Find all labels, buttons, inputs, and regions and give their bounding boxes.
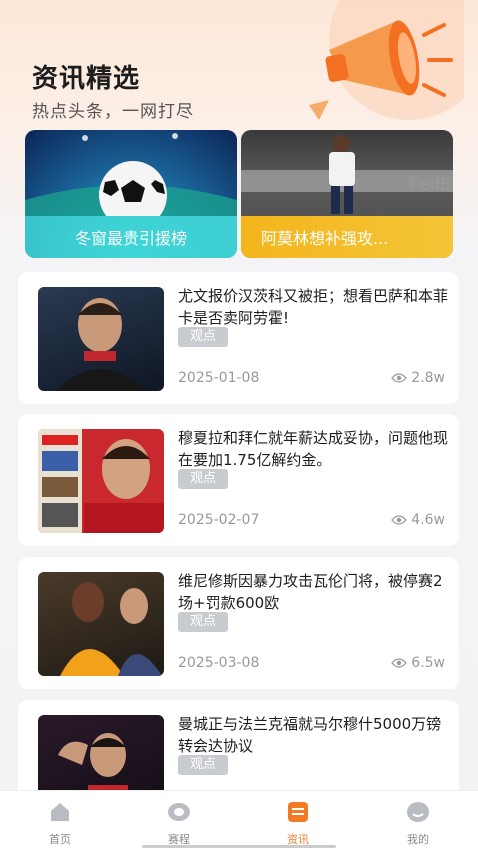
news-headline: 穆夏拉和拜仁就年薪达成妥协，问题他现在要加1.75亿解约金。 [178, 429, 449, 469]
page-title: 资讯精选 [32, 64, 141, 94]
player-image: FedEx [241, 135, 453, 214]
news-thumbnail [38, 572, 164, 676]
tab-schedule[interactable]: 赛程 [129, 791, 229, 851]
banner-caption: 阿莫林想补强攻... [241, 216, 453, 258]
banner-caption: 冬窗最贵引援榜 [25, 216, 237, 258]
news-date: 2025-01-08 [178, 370, 260, 386]
news-tag: 观点 [178, 469, 228, 489]
news-headline: 曼城正与法兰克福就马尔穆什5000万镑转会达协议 [178, 715, 442, 755]
tab-profile[interactable]: 我的 [368, 791, 468, 851]
news-card[interactable]: 维尼修斯因暴力攻击瓦伦门将，被停赛2场+罚款600欧 观点 2025-03-08… [18, 557, 459, 689]
banner-row: 冬窗最贵引援榜 FedEx 阿莫林想补强攻... [25, 130, 453, 260]
tab-home[interactable]: 首页 [10, 791, 110, 851]
news-tag: 观点 [178, 327, 228, 347]
news-thumbnail [38, 287, 164, 391]
svg-text:FedEx: FedEx [409, 174, 453, 194]
views-count: 6.5w [411, 655, 445, 671]
tab-news[interactable]: 资讯 [248, 791, 348, 851]
tab-label: 我的 [407, 833, 429, 846]
news-views: 2.8w [391, 370, 445, 386]
page-subtitle: 热点头条，一网打尽 [32, 102, 194, 122]
news-date: 2025-03-08 [178, 655, 260, 671]
news-views: 4.6w [391, 512, 445, 528]
news-tag: 观点 [178, 612, 228, 632]
news-thumbnail [38, 429, 164, 533]
schedule-icon [168, 803, 190, 821]
news-card[interactable]: 尤文报价汉茨科又被拒；想看巴萨和本菲卡是否卖阿劳霍! 观点 2025-01-08… [18, 272, 459, 404]
news-date: 2025-02-07 [178, 512, 260, 528]
megaphone-icon [309, 0, 464, 120]
eye-icon [391, 658, 408, 668]
bottom-tab-bar: 首页 赛程 资讯 我的 [0, 790, 478, 851]
views-count: 2.8w [411, 370, 445, 386]
football-image [25, 133, 237, 229]
news-headline: 尤文报价汉茨科又被拒；想看巴萨和本菲卡是否卖阿劳霍! [178, 287, 449, 327]
news-icon [288, 802, 308, 822]
home-indicator [142, 845, 336, 848]
views-count: 4.6w [411, 512, 445, 528]
tab-label: 首页 [49, 833, 71, 846]
profile-icon [407, 802, 429, 822]
eye-icon [391, 373, 408, 383]
eye-icon [391, 515, 408, 525]
news-tag: 观点 [178, 755, 228, 775]
banner-winter-transfers[interactable]: 冬窗最贵引援榜 [25, 130, 237, 258]
news-headline: 维尼修斯因暴力攻击瓦伦门将，被停赛2场+罚款600欧 [178, 572, 443, 612]
news-views: 6.5w [391, 655, 445, 671]
page-header: 资讯精选 热点头条，一网打尽 [0, 0, 478, 130]
banner-amorim[interactable]: FedEx 阿莫林想补强攻... [241, 130, 453, 258]
news-card[interactable]: 穆夏拉和拜仁就年薪达成妥协，问题他现在要加1.75亿解约金。 观点 2025-0… [18, 414, 459, 546]
home-icon [51, 803, 69, 821]
